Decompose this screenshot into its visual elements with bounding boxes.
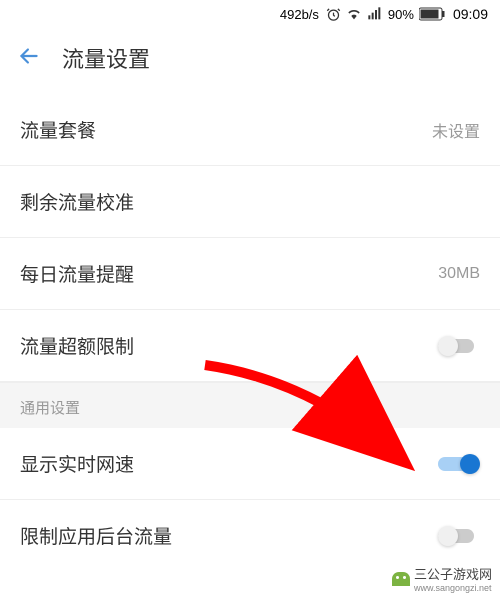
setting-value: 30MB <box>438 265 480 283</box>
setting-label: 显示实时网速 <box>20 450 134 477</box>
setting-daily-reminder[interactable]: 每日流量提醒 30MB <box>0 238 500 310</box>
page-title: 流量设置 <box>62 42 150 74</box>
alarm-icon <box>326 7 341 22</box>
setting-show-realtime-speed: 显示实时网速 <box>0 428 500 500</box>
battery-percent: 90% <box>388 7 414 22</box>
toggle-switch[interactable] <box>438 335 480 357</box>
setting-label: 限制应用后台流量 <box>20 522 172 549</box>
setting-label: 剩余流量校准 <box>20 188 134 215</box>
signal-icon <box>367 6 383 22</box>
android-icon <box>392 572 410 586</box>
setting-value: 未设置 <box>432 118 480 142</box>
toggle-switch[interactable] <box>438 525 480 547</box>
clock-time: 09:09 <box>453 6 488 22</box>
settings-list: 流量套餐 未设置 剩余流量校准 每日流量提醒 30MB 流量超额限制 通用设置 … <box>0 94 500 571</box>
setting-calibrate-remaining[interactable]: 剩余流量校准 <box>0 166 500 238</box>
watermark-text: 三公子游戏网 <box>414 567 492 582</box>
status-bar: 492b/s 90% 09:09 <box>0 0 500 28</box>
watermark: 三公子游戏网 www.sangongzi.net <box>384 560 500 597</box>
watermark-url: www.sangongzi.net <box>414 583 492 593</box>
setting-label: 流量套餐 <box>20 116 96 143</box>
section-header-general: 通用设置 <box>0 382 500 428</box>
setting-label: 流量超额限制 <box>20 332 134 359</box>
setting-excess-limit: 流量超额限制 <box>0 310 500 382</box>
header: 流量设置 <box>0 28 500 94</box>
wifi-icon <box>346 6 362 22</box>
setting-data-plan[interactable]: 流量套餐 未设置 <box>0 94 500 166</box>
setting-label: 每日流量提醒 <box>20 260 134 287</box>
toggle-switch[interactable] <box>438 453 480 475</box>
network-speed: 492b/s <box>280 7 319 22</box>
battery-icon <box>419 7 445 21</box>
back-icon[interactable] <box>16 43 42 74</box>
